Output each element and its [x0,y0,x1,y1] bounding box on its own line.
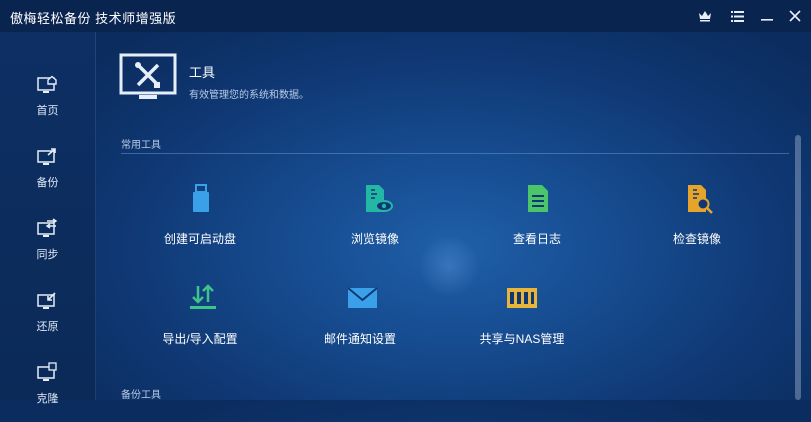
log-file-icon [525,184,551,214]
restore-icon [36,290,58,312]
tool-create-bootable-media[interactable]: 创建可启动盘 [130,184,270,254]
app-title: 傲梅轻松备份 技术师增强版 [10,11,177,26]
sidebar-item-clone[interactable]: 克隆 [0,362,95,422]
divider [121,153,789,154]
tool-view-logs[interactable]: 查看日志 [467,184,607,254]
tool-label: 查看日志 [512,232,561,246]
upgrade-crown-icon[interactable] [694,6,716,26]
tool-email-notification-settings[interactable]: 邮件通知设置 [290,284,430,354]
check-image-icon [685,184,713,214]
tool-label: 检查镜像 [672,232,721,246]
sidebar-item-backup[interactable]: 备份 [0,146,95,206]
nas-icon [507,284,537,314]
sidebar-item-home[interactable]: 首页 [0,74,95,134]
sidebar-item-label: 备份 [36,177,59,189]
tool-label: 邮件通知设置 [323,332,396,346]
tools-monitor-icon [119,53,177,103]
sidebar-item-restore[interactable]: 还原 [0,290,95,350]
scrollbar[interactable] [795,135,801,400]
sidebar-item-label: 还原 [36,321,59,333]
usb-drive-icon [188,184,214,214]
close-icon[interactable] [784,6,806,26]
sidebar-item-label: 克隆 [36,393,59,405]
menu-icon[interactable] [726,6,748,26]
sidebar: 首页 备份 同步 还原 克隆 [0,32,96,405]
home-icon [36,74,58,96]
section-backup-tools: 备份工具 [121,390,161,401]
tool-label: 创建可启动盘 [163,232,236,246]
tool-share-nas-management[interactable]: 共享与NAS管理 [452,284,592,354]
sidebar-item-label: 同步 [36,249,59,261]
export-import-icon [188,284,216,314]
tool-check-image[interactable]: 检查镜像 [627,184,767,254]
tool-label: 浏览镜像 [350,232,399,246]
clone-icon [36,362,58,384]
tool-explore-image[interactable]: 浏览镜像 [305,184,445,254]
minimize-icon[interactable] [756,6,778,26]
tool-label: 导出/导入配置 [162,332,238,346]
page-title: 工具 [189,65,216,80]
section-common-tools: 常用工具 [121,140,161,151]
page-subtitle: 有效管理您的系统和数据。 [189,90,309,101]
mail-icon [347,284,378,314]
tool-export-import-config[interactable]: 导出/导入配置 [130,284,270,354]
sync-icon [36,218,58,240]
backup-icon [36,146,58,168]
tool-label: 共享与NAS管理 [479,332,565,346]
sidebar-item-sync[interactable]: 同步 [0,218,95,278]
title-bar: 傲梅轻松备份 技术师增强版 [0,0,811,32]
sidebar-item-label: 首页 [36,105,59,117]
explore-image-icon [363,184,393,214]
